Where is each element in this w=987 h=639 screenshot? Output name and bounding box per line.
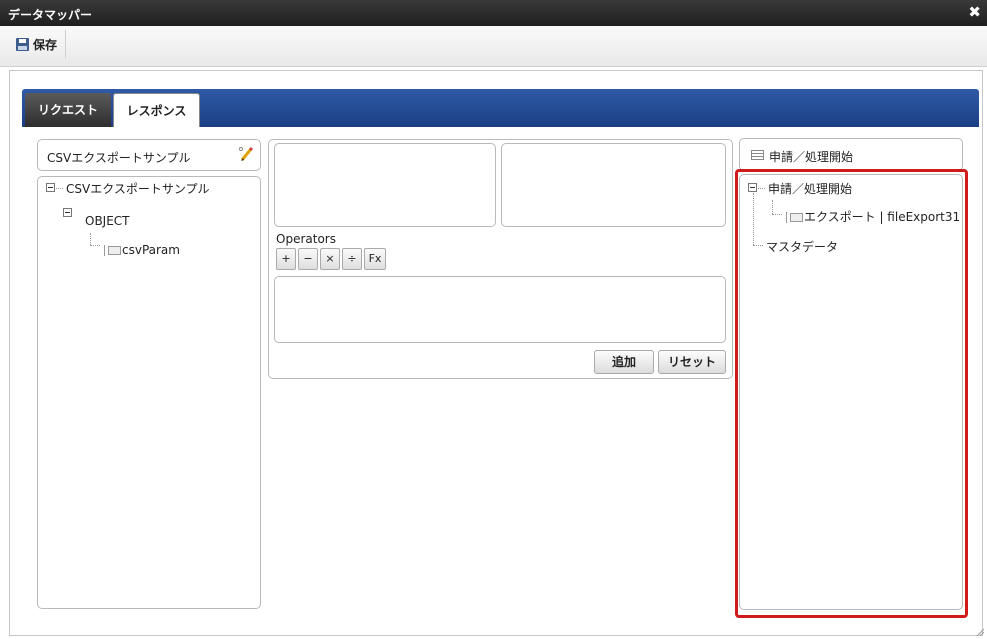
tree-node-object[interactable]: OBJECT bbox=[85, 214, 130, 228]
collapse-icon[interactable] bbox=[46, 183, 55, 192]
collapse-icon[interactable] bbox=[63, 208, 72, 217]
target-header-label: 申請／処理開始 bbox=[769, 150, 854, 164]
divide-button[interactable]: ÷ bbox=[342, 248, 362, 270]
toolbar: 保存 bbox=[0, 26, 987, 67]
operators-label: Operators bbox=[276, 232, 336, 246]
tab-bar: リクエスト レスポンス bbox=[22, 89, 979, 127]
source-header: CSVエクスポートサンプル bbox=[37, 139, 261, 171]
expression-box-left[interactable] bbox=[274, 143, 496, 227]
tree-connector bbox=[90, 233, 91, 245]
function-button[interactable]: Fx bbox=[364, 248, 386, 270]
field-icon bbox=[104, 245, 121, 256]
expression-result-box[interactable] bbox=[274, 276, 726, 343]
plus-button[interactable]: + bbox=[276, 248, 296, 270]
multiply-button[interactable]: × bbox=[320, 248, 340, 270]
resize-grip-icon[interactable] bbox=[976, 628, 984, 636]
tab-request[interactable]: リクエスト bbox=[25, 93, 111, 127]
tree-node-root[interactable]: CSVエクスポートサンプル bbox=[66, 180, 210, 197]
tree-node-csvparam[interactable]: csvParam bbox=[122, 243, 180, 257]
tree-connector bbox=[56, 188, 63, 189]
target-header: 申請／処理開始 bbox=[739, 138, 963, 171]
save-button[interactable]: 保存 bbox=[12, 30, 67, 58]
tab-response[interactable]: レスポンス bbox=[113, 93, 200, 127]
source-header-label: CSVエクスポートサンプル bbox=[47, 151, 191, 165]
floppy-disk-icon bbox=[16, 37, 29, 51]
pencil-icon[interactable] bbox=[236, 145, 254, 163]
source-tree bbox=[37, 176, 261, 609]
highlight-box bbox=[735, 169, 968, 618]
close-icon[interactable]: ✖ bbox=[968, 4, 981, 20]
window-title: データマッパー bbox=[8, 8, 93, 22]
add-button[interactable]: 追加 bbox=[594, 350, 654, 374]
window-titlebar: データマッパー ✖ bbox=[0, 0, 987, 26]
expression-box-right[interactable] bbox=[501, 143, 726, 227]
minus-button[interactable]: − bbox=[298, 248, 318, 270]
save-button-label: 保存 bbox=[33, 37, 58, 52]
reset-button[interactable]: リセット bbox=[658, 350, 726, 374]
table-icon bbox=[751, 150, 764, 160]
tree-connector bbox=[90, 245, 100, 246]
